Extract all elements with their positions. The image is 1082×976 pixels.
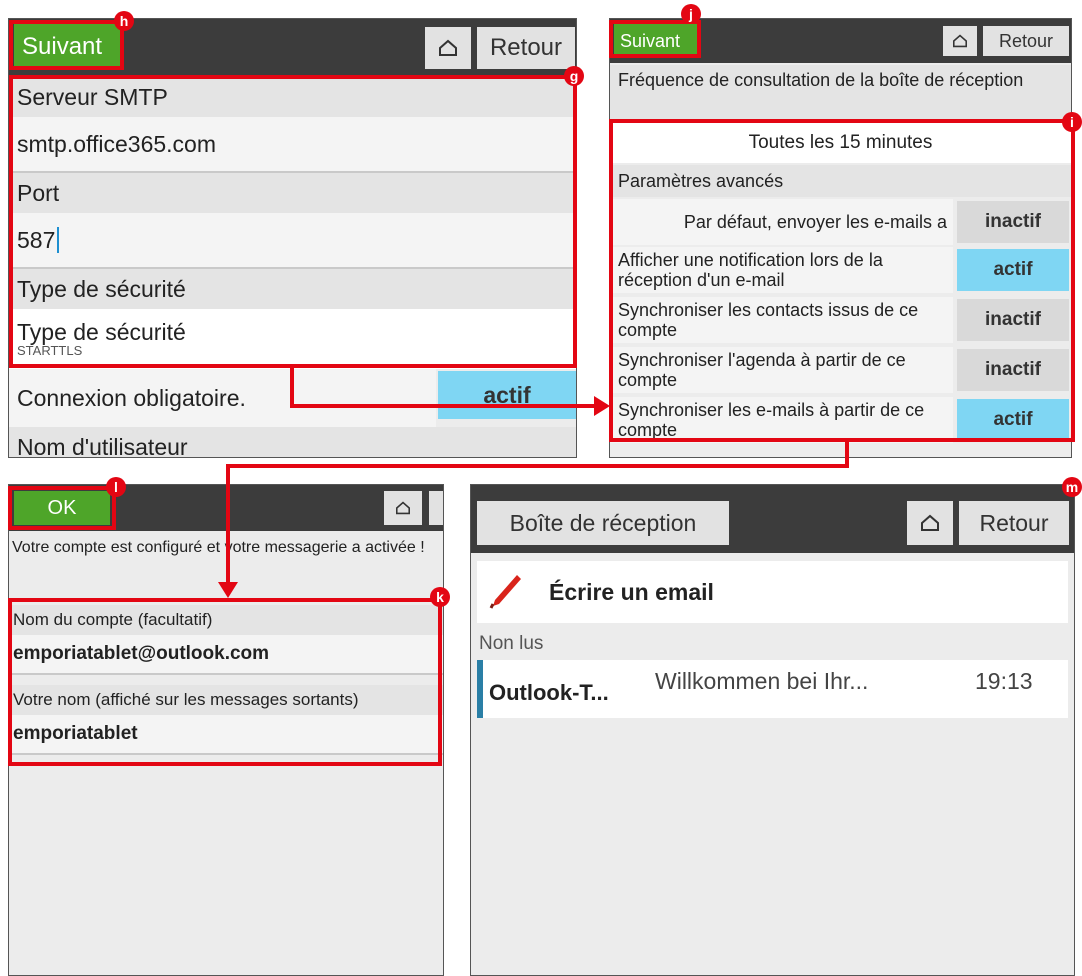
setting-label: Afficher une notification lors de la réc… <box>618 250 883 290</box>
back-button-label: Retour <box>489 34 563 61</box>
next-button-label: Suivant <box>620 30 681 51</box>
port-value: 587 <box>17 226 56 253</box>
setting-toggle[interactable]: actif <box>957 249 1069 291</box>
port-label: Port <box>9 173 576 213</box>
username-label: Nom d'utilisateur <box>9 427 576 457</box>
connector-line <box>290 368 294 408</box>
badge-k: k <box>430 587 450 607</box>
check-frequency-value: Toutes les 15 minutes <box>748 132 933 153</box>
ok-button[interactable]: OK <box>14 491 110 525</box>
setting-toggle[interactable]: inactif <box>957 201 1069 243</box>
your-name-label: Votre nom (affiché sur les messages sort… <box>9 685 443 715</box>
message-sender: Outlook-T... <box>489 680 609 705</box>
login-required-toggle[interactable]: actif <box>438 371 576 419</box>
unread-section-label: Non lus <box>479 633 544 654</box>
connector-line <box>290 404 600 408</box>
setting-row: Synchroniser les contacts issus de ce co… <box>610 297 953 343</box>
badge-g: g <box>564 66 584 86</box>
next-button[interactable]: Suivant <box>14 24 122 70</box>
setting-state: inactif <box>985 359 1041 380</box>
home-button[interactable] <box>425 27 471 69</box>
home-icon <box>921 514 939 531</box>
setting-state: actif <box>993 259 1033 280</box>
setting-toggle[interactable]: inactif <box>957 299 1069 341</box>
text-cursor <box>57 227 60 253</box>
ok-button-label: OK <box>47 496 77 519</box>
pencil-icon <box>489 575 521 609</box>
setting-state: inactif <box>985 211 1041 232</box>
message-subject: Willkommen bei Ihr... <box>655 668 869 694</box>
login-required-label: Connexion obligatoire. <box>9 369 436 427</box>
back-button[interactable]: Retour <box>983 26 1069 56</box>
next-button[interactable]: Suivant <box>614 24 700 58</box>
back-button[interactable]: Retour <box>477 27 575 69</box>
your-name-value: emporiatablet <box>13 723 138 744</box>
setting-label: Synchroniser l'agenda à partir de ce com… <box>618 350 906 390</box>
message-row[interactable]: Outlook-T... Willkommen bei Ihr... 19:13 <box>477 660 1068 718</box>
home-button[interactable] <box>943 26 977 56</box>
back-button[interactable] <box>429 491 443 525</box>
setting-toggle[interactable]: inactif <box>957 349 1069 391</box>
connector-line <box>226 464 849 468</box>
check-frequency-label: Fréquence de consultation de la boîte de… <box>610 65 1071 121</box>
badge-m: m <box>1062 477 1082 497</box>
security-type-title: Type de sécurité <box>17 319 186 345</box>
setting-state: actif <box>993 409 1033 430</box>
arrow-head-icon <box>218 582 238 598</box>
inbox-screen: Boîte de réception Retour Écrire un emai… <box>470 484 1075 976</box>
account-options-screen: Suivant Retour Fréquence de consultation… <box>609 18 1072 458</box>
check-frequency-selector[interactable]: Toutes les 15 minutes <box>610 123 1071 163</box>
setting-label: Synchroniser les contacts issus de ce co… <box>618 300 919 340</box>
security-type-header: Type de sécurité <box>9 269 576 309</box>
setting-toggle[interactable]: actif <box>957 399 1069 441</box>
compose-email-button[interactable]: Écrire un email <box>477 561 1068 623</box>
connector-line <box>226 464 230 586</box>
account-name-value: emporiatablet@outlook.com <box>13 643 270 664</box>
message-time: 19:13 <box>975 668 1033 694</box>
port-field[interactable]: 587 <box>9 213 576 269</box>
security-type-selector[interactable]: Type de sécurité STARTTLS <box>9 309 576 369</box>
inbox-title-button[interactable]: Boîte de réception <box>477 501 729 545</box>
account-name-label: Nom du compte (facultatif) <box>9 605 443 635</box>
home-icon <box>439 39 457 56</box>
setting-row: Afficher une notification lors de la réc… <box>610 247 953 293</box>
home-button[interactable] <box>384 491 422 525</box>
inbox-title: Boîte de réception <box>509 509 697 536</box>
badge-h: h <box>114 11 134 31</box>
setting-row: Synchroniser l'agenda à partir de ce com… <box>610 347 953 393</box>
badge-j: j <box>681 4 701 24</box>
advanced-settings-label: Paramètres avancés <box>610 165 1071 197</box>
next-button-label: Suivant <box>22 33 103 60</box>
setting-row: Par défaut, envoyer les e-mails a <box>610 199 953 245</box>
back-button-label: Retour <box>998 30 1054 51</box>
smtp-server-field[interactable]: smtp.office365.com <box>9 117 576 173</box>
your-name-field[interactable]: emporiatablet <box>9 715 443 755</box>
setting-label: Par défaut, envoyer les e-mails a <box>683 211 947 232</box>
setting-label: Synchroniser les e-mails à partir de ce … <box>618 400 925 440</box>
setting-state: inactif <box>985 309 1041 330</box>
arrow-head-icon <box>594 396 610 416</box>
back-button[interactable]: Retour <box>959 501 1069 545</box>
badge-i: i <box>1062 112 1082 132</box>
home-icon <box>396 501 410 515</box>
smtp-server-label: Serveur SMTP <box>9 77 576 117</box>
home-icon <box>953 34 967 48</box>
back-button-label: Retour <box>979 509 1049 536</box>
compose-email-label: Écrire un email <box>549 578 714 605</box>
badge-l: l <box>106 477 126 497</box>
account-name-field[interactable]: emporiatablet@outlook.com <box>9 635 443 675</box>
security-type-value: STARTTLS <box>17 343 83 358</box>
setting-row: Synchroniser les e-mails à partir de ce … <box>610 397 953 443</box>
home-button[interactable] <box>907 501 953 545</box>
